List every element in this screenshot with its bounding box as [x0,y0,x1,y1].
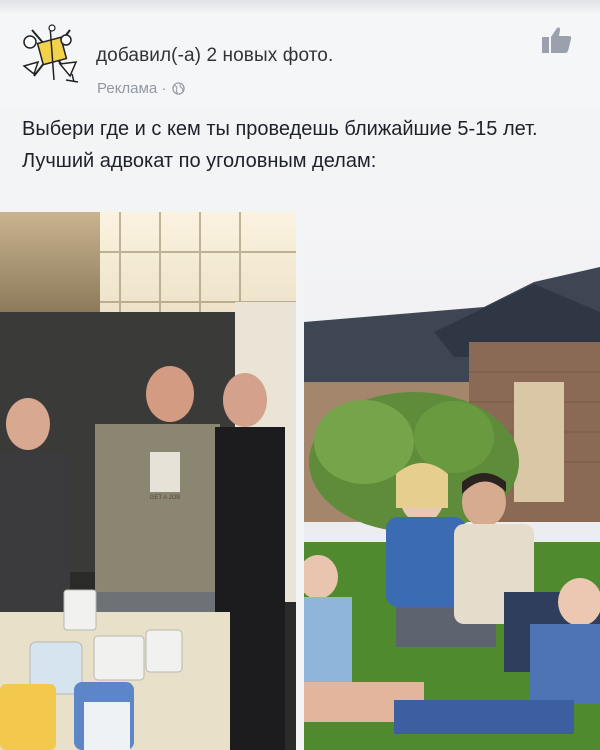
post-header-text: добавил(-а) 2 новых фото. [96,45,334,66]
photo-family-house[interactable] [304,212,600,750]
sponsored-label[interactable]: Реклама · [97,80,166,97]
photo-prison-cell[interactable]: GET A JOB [0,212,296,750]
shirt-print: GET A JOB [150,495,181,501]
post-text: Выбери где и с кем ты проведешь ближайши… [22,118,538,172]
post-meta: Реклама · [97,80,186,97]
photo-grid: GET A JOB [0,212,600,750]
top-shadow [0,0,600,14]
globe-icon [172,82,186,95]
like-button[interactable] [540,25,574,55]
thumbs-up-icon [542,27,572,53]
post-header: добавил(-а) 2 новых фото. Реклама · [0,0,600,110]
lawyer-scales-logo-icon[interactable] [20,22,82,84]
